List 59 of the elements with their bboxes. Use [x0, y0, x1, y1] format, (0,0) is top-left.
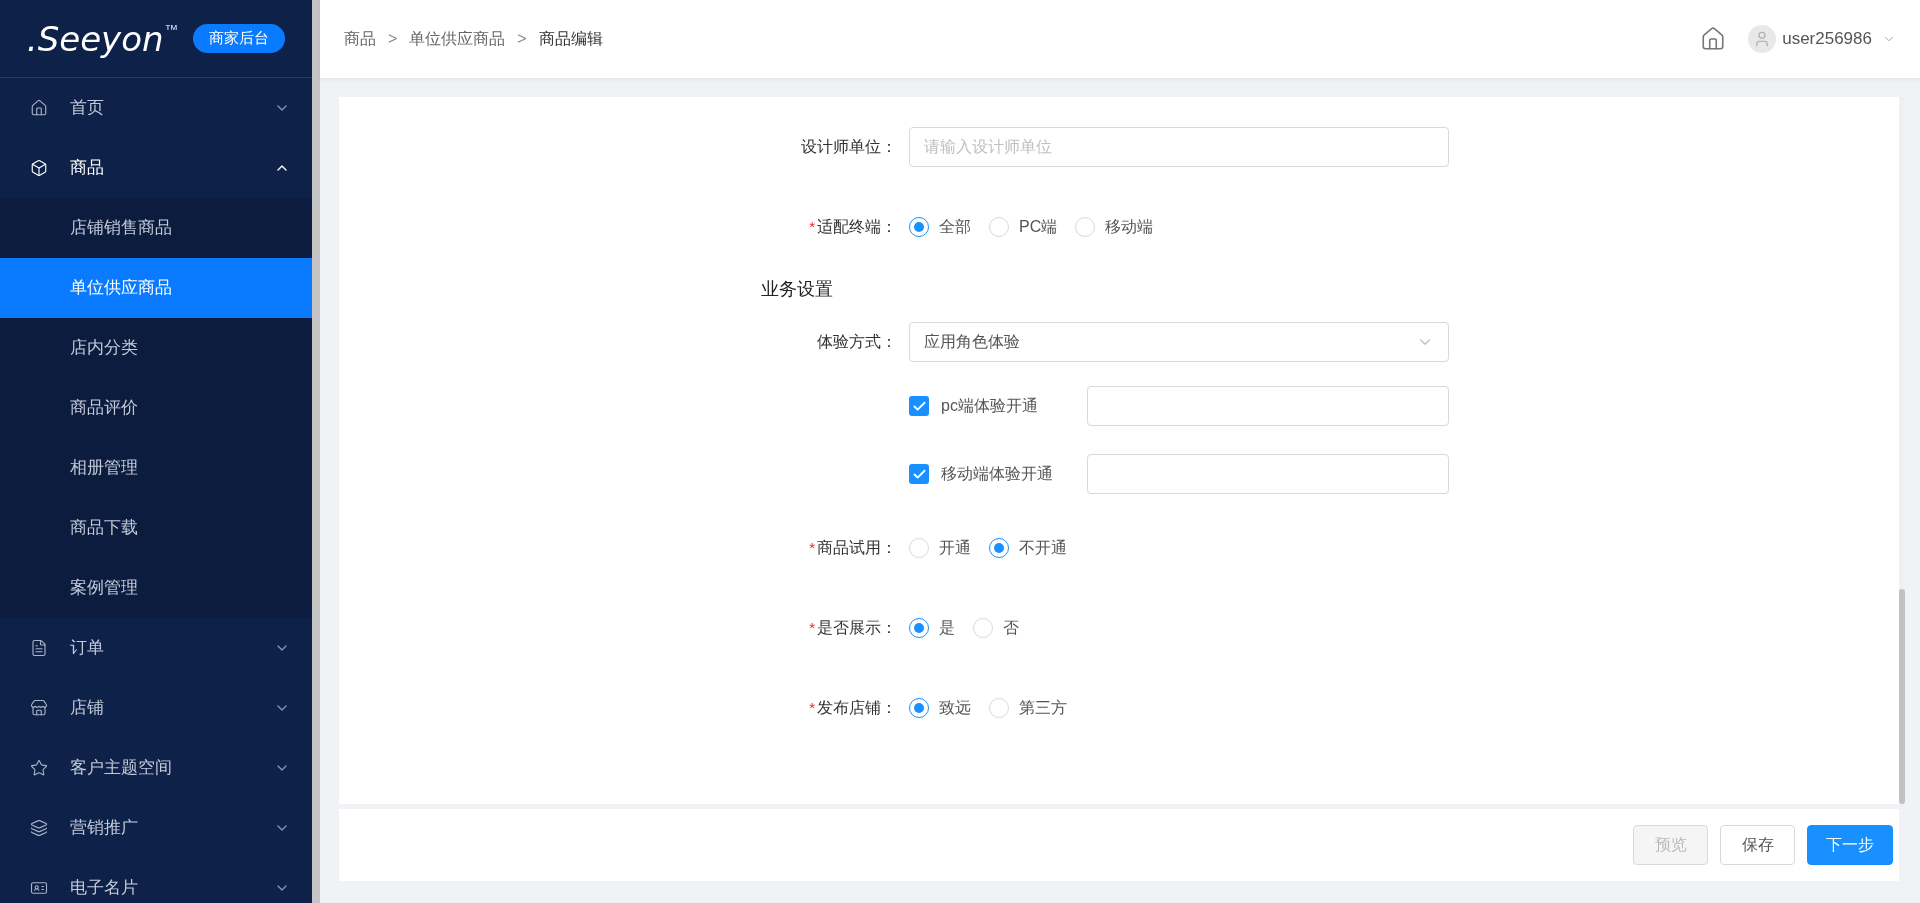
storefront-icon: [30, 699, 48, 717]
breadcrumb-separator: >: [388, 29, 398, 49]
field-label: 设计师单位：: [801, 137, 897, 157]
radio-option[interactable]: 第三方: [989, 696, 1067, 720]
action-button[interactable]: 保存: [1720, 825, 1795, 865]
field-label: 适配终端：: [817, 217, 897, 237]
box-icon: [30, 159, 48, 177]
menu-item[interactable]: 商品: [0, 138, 312, 198]
checkbox-option[interactable]: 移动端体验开通: [909, 462, 1087, 486]
required-mark: *: [809, 538, 815, 556]
text-input[interactable]: [1087, 386, 1449, 426]
breadcrumb-current: 商品编辑: [538, 29, 603, 49]
required-mark: *: [809, 698, 815, 716]
home-icon: [30, 99, 48, 117]
required-mark: *: [809, 618, 815, 636]
menu-item[interactable]: 店铺: [0, 678, 312, 738]
badge: 商家后台: [193, 24, 286, 53]
breadcrumb-link[interactable]: 商品: [344, 27, 376, 51]
radio-option[interactable]: 移动端: [1075, 215, 1154, 239]
field-label: 是否展示：: [817, 618, 897, 638]
content-scrollbar[interactable]: [1899, 97, 1905, 804]
checkbox-option[interactable]: pc端体验开通: [909, 394, 1087, 418]
menu-item[interactable]: 客户主题空间: [0, 738, 312, 798]
field-label: 商品试用：: [817, 538, 897, 558]
select-field[interactable]: 应用角色体验: [909, 322, 1449, 362]
star-icon: [30, 759, 48, 777]
breadcrumb-separator: >: [517, 29, 527, 49]
document-icon: [30, 639, 48, 657]
submenu-item[interactable]: 案例管理: [0, 558, 312, 618]
submenu-item[interactable]: 店内分类: [0, 318, 312, 378]
submenu-item[interactable]: 商品下载: [0, 498, 312, 558]
sidebar-scrollbar[interactable]: [312, 0, 320, 903]
menu-item[interactable]: 电子名片: [0, 858, 312, 903]
radio-option[interactable]: PC端: [989, 215, 1058, 239]
field-label: 体验方式：: [817, 332, 897, 352]
menu-item[interactable]: 首页: [0, 78, 312, 138]
radio-option[interactable]: 全部: [909, 215, 971, 239]
field-label: 发布店铺：: [817, 698, 897, 718]
id-card-icon: [30, 879, 48, 897]
text-input[interactable]: 请输入设计师单位: [909, 127, 1449, 167]
radio-option[interactable]: 致远: [909, 696, 971, 720]
home-icon[interactable]: [1700, 26, 1727, 52]
text-input[interactable]: [1087, 454, 1449, 494]
submenu-item[interactable]: 单位供应商品: [0, 258, 312, 318]
layers-icon: [30, 819, 48, 837]
required-mark: *: [809, 217, 815, 235]
submenu-item[interactable]: 商品评价: [0, 378, 312, 438]
user-menu[interactable]: user256986: [1748, 25, 1896, 53]
breadcrumb-link[interactable]: 单位供应商品: [409, 27, 506, 51]
avatar: [1748, 25, 1777, 53]
menu-item[interactable]: 营销推广: [0, 798, 312, 858]
radio-option[interactable]: 不开通: [989, 536, 1067, 560]
menu-item[interactable]: 订单: [0, 618, 312, 678]
radio-option[interactable]: 是: [909, 616, 955, 640]
section-title: 业务设置: [761, 278, 833, 301]
radio-option[interactable]: 否: [973, 616, 1019, 640]
radio-option[interactable]: 开通: [909, 536, 971, 560]
submenu-item[interactable]: 店铺销售商品: [0, 198, 312, 258]
submenu-item[interactable]: 相册管理: [0, 438, 312, 498]
